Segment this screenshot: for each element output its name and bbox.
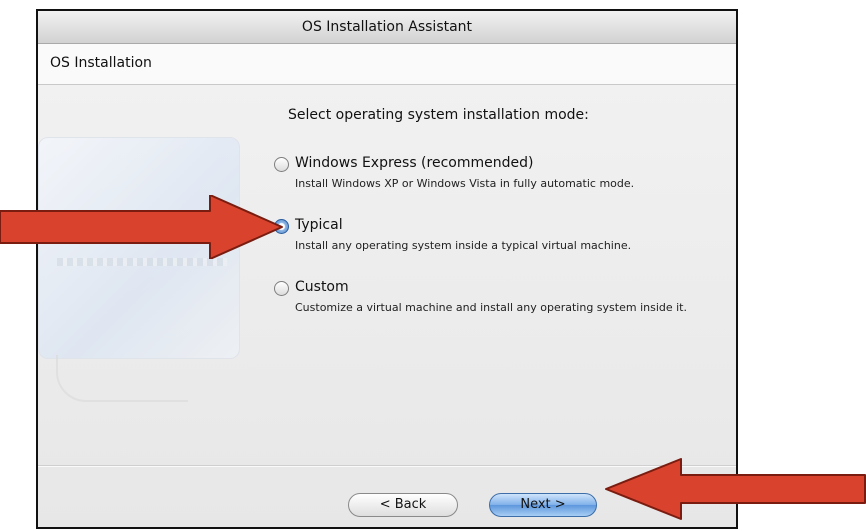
arrow-to-next-icon	[605, 458, 866, 520]
monitor-dock-strip	[57, 258, 227, 266]
typical-description: Install any operating system inside a ty…	[295, 239, 632, 252]
section-header: OS Installation	[38, 44, 736, 85]
arrow-to-typical-icon	[0, 195, 283, 259]
windows-express-radio[interactable]	[274, 157, 289, 172]
typical-label[interactable]: Typical	[295, 217, 343, 233]
window-title: OS Installation Assistant	[38, 11, 736, 44]
mode-prompt: Select operating system installation mod…	[288, 107, 589, 123]
back-button[interactable]: < Back	[348, 493, 458, 517]
custom-description: Customize a virtual machine and install …	[295, 301, 687, 314]
next-button[interactable]: Next >	[489, 493, 597, 517]
windows-express-label[interactable]: Windows Express (recommended)	[295, 155, 533, 171]
monitor-stand-illustration	[56, 355, 188, 402]
section-title: OS Installation	[50, 55, 152, 71]
installation-assistant-window: OS Installation Assistant OS Installatio…	[36, 9, 738, 529]
custom-radio[interactable]	[274, 281, 289, 296]
windows-express-description: Install Windows XP or Windows Vista in f…	[295, 177, 635, 190]
custom-label[interactable]: Custom	[295, 279, 349, 295]
